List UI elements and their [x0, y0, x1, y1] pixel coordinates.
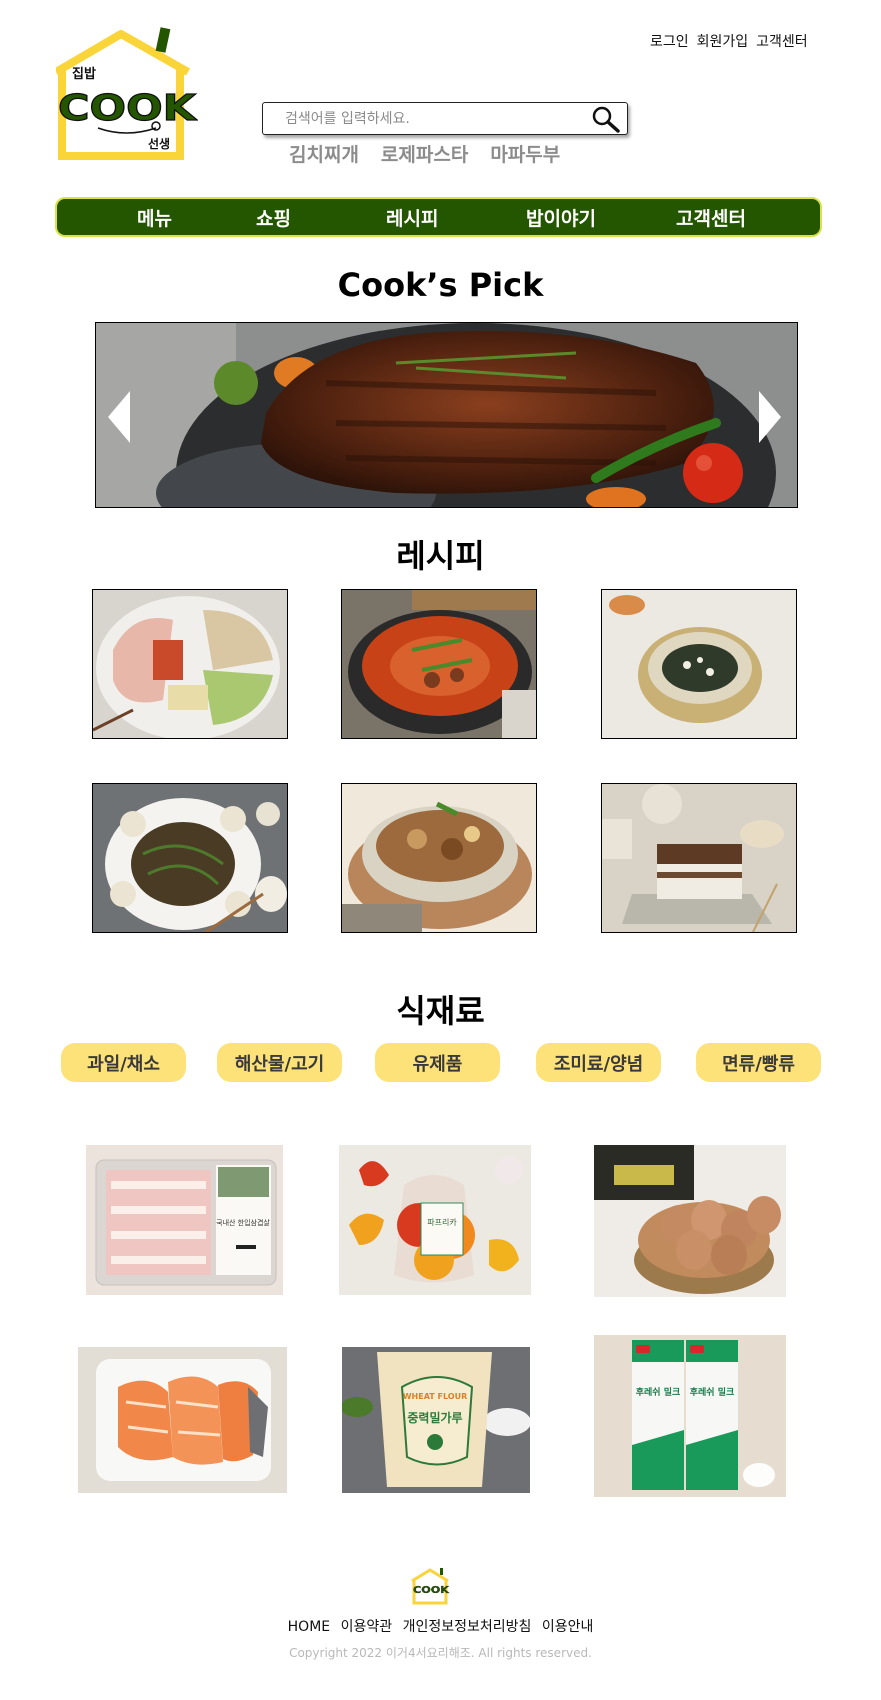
category-pill-seafood-meat[interactable]: 해산물/고기 [217, 1043, 342, 1082]
footer-privacy-link[interactable]: 개인정보정보처리방침 [403, 1619, 532, 1635]
flour-pack-label-en: WHEAT FLOUR [403, 1392, 468, 1401]
product-card[interactable]: 후레쉬 밀크 후레쉬 밀크 [594, 1335, 786, 1497]
paprika-pack-label: 파프리카 [427, 1218, 457, 1227]
product-card[interactable]: 국내산 한입삼겹살 [86, 1145, 283, 1295]
logo-small-text: 집밥 [72, 66, 96, 82]
product-card[interactable]: WHEAT FLOUR 중력밀가루 [342, 1347, 530, 1493]
main-nav: 메뉴 쇼핑 레시피 밥이야기 고객센터 [55, 197, 822, 237]
paprika-bag-image: 파프리카 [339, 1145, 531, 1295]
footer-logo[interactable]: COOK [411, 1566, 451, 1606]
keyword-link[interactable]: 김치찌개 [289, 140, 359, 167]
signup-link[interactable]: 회원가입 [697, 31, 749, 51]
recipe-card[interactable] [92, 783, 288, 933]
carousel-prev-arrow-icon[interactable] [106, 389, 134, 445]
grilled-steak-image [96, 323, 797, 507]
recipe-card[interactable] [92, 589, 288, 739]
product-card[interactable]: 파프리카 [339, 1145, 531, 1295]
footer-links: HOME 이용약관 개인정보정보처리방침 이용안내 [0, 1616, 881, 1636]
japchae-dumplings-image [93, 784, 287, 932]
product-card[interactable] [594, 1145, 786, 1297]
braised-chicken-pot-image [342, 784, 536, 932]
cooks-pick-title: Cook’s Pick [337, 266, 544, 304]
nav-item-bob-story[interactable]: 밥이야기 [526, 204, 596, 231]
footer-terms-link[interactable]: 이용약관 [341, 1619, 393, 1635]
search-icon[interactable] [591, 105, 621, 133]
login-link[interactable]: 로그인 [650, 31, 689, 51]
category-pill-fruit-veg[interactable]: 과일/채소 [61, 1043, 186, 1082]
flour-pack-label: 중력밀가루 [407, 1410, 462, 1425]
footer-guide-link[interactable]: 이용안내 [542, 1619, 594, 1635]
nav-item-menu[interactable]: 메뉴 [137, 204, 172, 231]
recipe-card[interactable] [341, 783, 537, 933]
nav-item-recipe[interactable]: 레시피 [386, 204, 438, 231]
keyword-link[interactable]: 마파두부 [490, 140, 560, 167]
seaweed-rice-bowl-image [602, 590, 796, 738]
category-pill-seasoning[interactable]: 조미료/양념 [536, 1043, 661, 1082]
copyright-text: Copyright 2022 이거4서요리해조. All rights rese… [289, 1646, 592, 1660]
tiramisu-cake-image [602, 784, 796, 932]
milk-pack-label: 후레쉬 밀크 [636, 1386, 681, 1398]
spicy-stew-pot-image [342, 590, 536, 738]
category-pill-dairy[interactable]: 유제품 [375, 1043, 500, 1082]
recipe-card[interactable] [601, 589, 797, 739]
search-input[interactable] [285, 109, 585, 129]
footer-logo-text: COOK [413, 1585, 450, 1596]
footer-home-link[interactable]: HOME [288, 1619, 330, 1635]
milk-pack-label: 후레쉬 밀크 [690, 1386, 735, 1398]
site-logo[interactable]: 집밥 COOK 선생 [53, 24, 198, 164]
pork-belly-pack-image: 국내산 한입삼겹살 [86, 1145, 283, 1295]
recipe-section-title: 레시피 [396, 537, 485, 575]
boiled-pork-platter-image [93, 590, 287, 738]
search-box [262, 102, 628, 135]
customer-center-link[interactable]: 고객센터 [756, 31, 808, 51]
category-pill-noodles-bread[interactable]: 면류/빵류 [696, 1043, 821, 1082]
salmon-fillet-image [78, 1347, 287, 1493]
nav-item-shopping[interactable]: 쇼핑 [256, 204, 291, 231]
top-links: 로그인 회원가입 고객센터 [650, 31, 808, 51]
pork-pack-label: 국내산 한입삼겹살 [216, 1218, 270, 1227]
popular-keywords: 김치찌개 로제파스타 마파두부 [289, 140, 560, 167]
nav-item-customer-center[interactable]: 고객센터 [676, 204, 746, 231]
recipe-card[interactable] [341, 589, 537, 739]
keyword-link[interactable]: 로제파스타 [381, 140, 468, 167]
logo-main-text: COOK [58, 88, 197, 129]
logo-sub-text: 선생 [148, 136, 170, 151]
carousel-next-arrow-icon[interactable] [755, 389, 783, 445]
ingredients-section-title: 식재료 [396, 992, 485, 1030]
cooks-pick-carousel [95, 322, 798, 508]
product-card[interactable] [78, 1347, 287, 1493]
recipe-card[interactable] [601, 783, 797, 933]
fresh-milk-cartons-image: 후레쉬 밀크 후레쉬 밀크 [594, 1335, 786, 1497]
flour-bag-image: WHEAT FLOUR 중력밀가루 [342, 1347, 530, 1493]
egg-basket-image [594, 1145, 786, 1297]
